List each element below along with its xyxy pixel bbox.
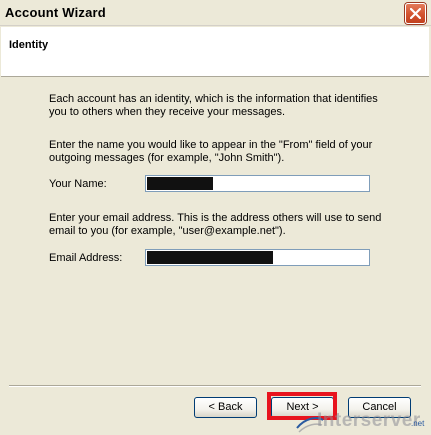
name-instructions-line-2: outgoing messages (for example, "John Sm… xyxy=(49,152,285,164)
intro-text: Each account has an identity, which is t… xyxy=(49,93,389,119)
intro-line-1: Each account has an identity, which is t… xyxy=(49,93,378,105)
email-address-field[interactable] xyxy=(145,249,370,266)
close-button[interactable] xyxy=(405,3,426,24)
window-title: Account Wizard xyxy=(5,5,106,20)
email-instructions: Enter your email address. This is the ad… xyxy=(49,212,389,238)
email-address-label: Email Address: xyxy=(49,252,123,264)
redacted-value xyxy=(147,251,273,264)
watermark-logo: Interserver .net xyxy=(295,408,431,435)
back-button[interactable]: < Back xyxy=(194,397,257,418)
your-name-label: Your Name: xyxy=(49,178,107,190)
redacted-value xyxy=(147,177,213,190)
button-divider xyxy=(9,385,421,387)
name-instructions-line-1: Enter the name you would like to appear … xyxy=(49,139,373,151)
name-instructions: Enter the name you would like to appear … xyxy=(49,139,389,165)
intro-line-2: you to others when they receive your mes… xyxy=(49,106,286,118)
email-instructions-line-1: Enter your email address. This is the ad… xyxy=(49,212,382,224)
email-instructions-line-2: email to you (for example, "user@example… xyxy=(49,225,286,237)
title-bar[interactable]: Account Wizard xyxy=(0,0,431,26)
watermark-suffix: .net xyxy=(411,419,425,428)
your-name-field[interactable] xyxy=(145,175,370,192)
wizard-header: Identity xyxy=(1,27,429,77)
close-icon xyxy=(410,8,421,19)
watermark-text: Interserver xyxy=(317,410,421,431)
page-title: Identity xyxy=(9,39,49,51)
account-wizard-window: Account Wizard Identity Each account has… xyxy=(0,0,431,435)
